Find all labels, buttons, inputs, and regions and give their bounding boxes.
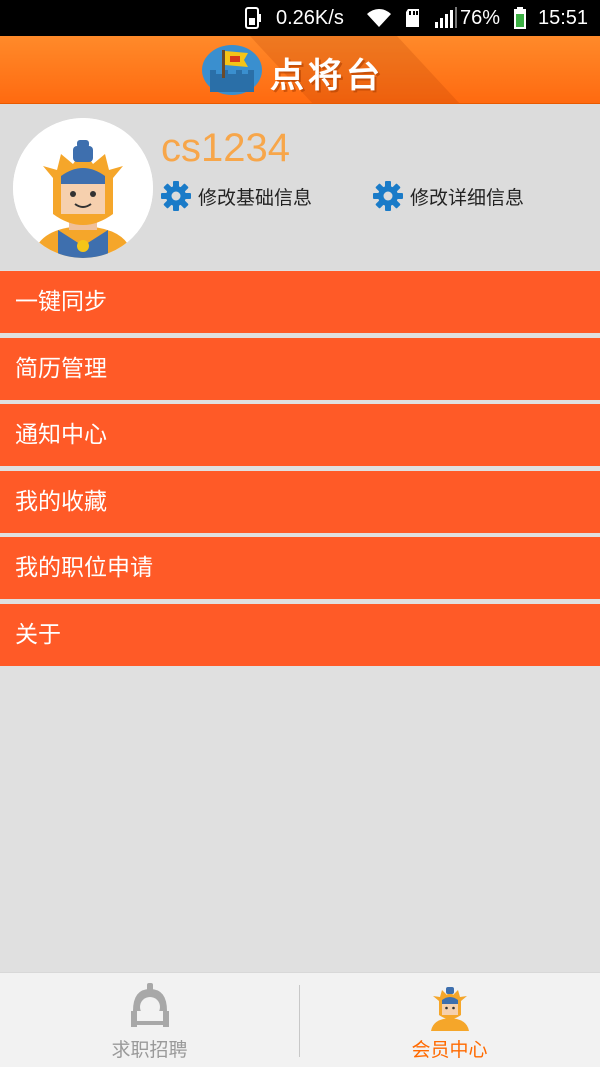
avatar[interactable] xyxy=(13,118,153,258)
tab-member-center[interactable]: 会员中心 xyxy=(300,973,599,1067)
edit-detail-info-button[interactable]: 修改详细信息 xyxy=(372,180,524,212)
edit-basic-info-button[interactable]: 修改基础信息 xyxy=(160,180,312,212)
general-icon xyxy=(431,987,469,1031)
menu-item-sync[interactable]: 一键同步 xyxy=(0,271,600,333)
username: cs1234 xyxy=(161,126,290,170)
tab-jobs[interactable]: 求职招聘 xyxy=(0,973,299,1067)
profile-section: cs1234 修改基础信息 修改详细信息 xyxy=(0,104,600,270)
status-bar: 0.26K/s 76% 15:51 xyxy=(0,0,600,36)
tab-jobs-label: 求职招聘 xyxy=(111,1039,188,1061)
battery-percent: 76% xyxy=(460,7,501,29)
network-speed: 0.26K/s xyxy=(276,7,344,29)
battery-icon xyxy=(513,6,527,30)
clock: 15:51 xyxy=(538,7,589,29)
menu-item-resume[interactable]: 简历管理 xyxy=(0,337,600,400)
menu-item-favorites[interactable]: 我的收藏 xyxy=(0,470,600,533)
signal-icon xyxy=(434,6,458,30)
menu-item-notifications[interactable]: 通知中心 xyxy=(0,404,600,466)
menu-item-about[interactable]: 关于 xyxy=(0,603,600,666)
bottom-nav: 求职招聘 会员中心 xyxy=(0,972,600,1067)
general-avatar-icon xyxy=(13,118,153,258)
edit-detail-info-label: 修改详细信息 xyxy=(410,186,525,209)
app-title: 点将台 xyxy=(270,56,384,96)
member-menu: 一键同步 简历管理 通知中心 我的收藏 我的职位申请 关于 xyxy=(0,271,600,670)
edit-basic-info-label: 修改基础信息 xyxy=(198,186,313,209)
helmet-icon xyxy=(131,983,169,1027)
app-header: 点将台 xyxy=(0,36,600,104)
sd-card-icon xyxy=(404,6,422,30)
sim-icon xyxy=(244,6,262,30)
tab-member-center-label: 会员中心 xyxy=(411,1039,488,1061)
menu-item-applications[interactable]: 我的职位申请 xyxy=(0,537,600,599)
gear-icon xyxy=(373,181,403,211)
flag-castle-icon xyxy=(202,45,262,95)
wifi-icon xyxy=(366,6,392,30)
gear-icon xyxy=(161,181,191,211)
